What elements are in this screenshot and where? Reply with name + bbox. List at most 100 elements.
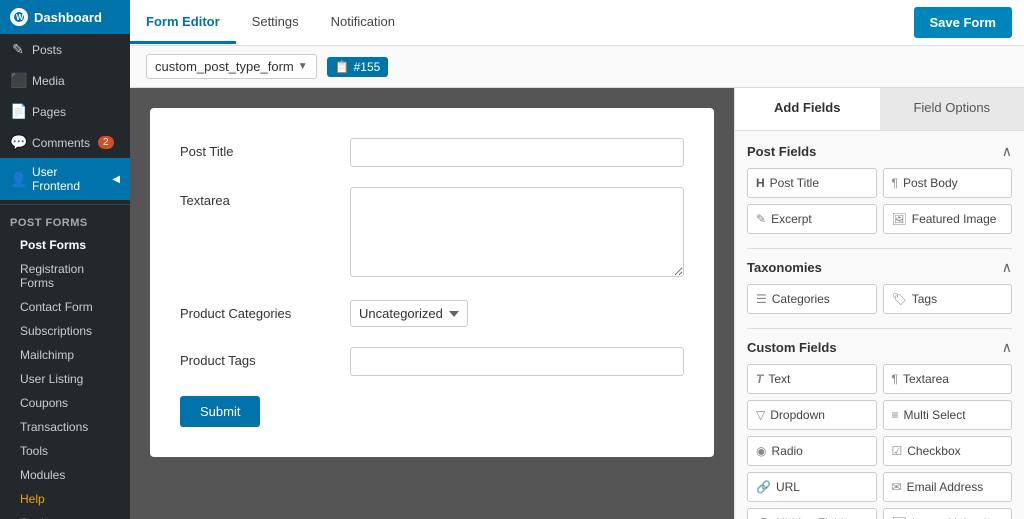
sidebar-item-pages[interactable]: 📄 Pages xyxy=(0,96,130,127)
textarea-label: Textarea xyxy=(180,187,330,208)
right-panel: Add Fields Field Options Post Fields ∧ H xyxy=(734,88,1024,519)
custom-textarea-field-icon: ¶ xyxy=(892,372,898,386)
divider-2 xyxy=(747,328,1012,329)
taxonomies-grid: ☰ Categories 🏷 Tags xyxy=(747,284,1012,314)
sidebar-item-media[interactable]: ⬛ Media xyxy=(0,65,130,96)
tags-field-btn[interactable]: 🏷 Tags xyxy=(883,284,1013,314)
categories-field-icon: ☰ xyxy=(756,292,767,306)
panel-tab-add-fields[interactable]: Add Fields xyxy=(735,88,880,130)
panel-tab-field-options[interactable]: Field Options xyxy=(880,88,1024,130)
sidebar-item-help[interactable]: Help xyxy=(0,487,130,511)
image-upload-field-btn[interactable]: 🖼 Image Upload xyxy=(883,508,1013,519)
radio-field-icon: ◉ xyxy=(756,444,766,458)
form-name-label: custom_post_type_form xyxy=(155,59,294,74)
custom-textarea-field-btn[interactable]: ¶ Textarea xyxy=(883,364,1013,394)
taxonomies-section: Taxonomies ∧ ☰ Categories 🏷 Tags xyxy=(747,259,1012,314)
featured-image-field-icon: 🖼 xyxy=(892,212,907,226)
sidebar-item-user-frontend[interactable]: 👤 User Frontend ◀ xyxy=(0,158,130,200)
sidebar-logo[interactable]: W Dashboard xyxy=(0,0,130,34)
tab-form-editor[interactable]: Form Editor xyxy=(130,2,236,44)
sidebar-item-transactions[interactable]: Transactions xyxy=(0,415,130,439)
post-title-input[interactable] xyxy=(350,138,684,167)
dropdown-field-icon: ▽ xyxy=(756,408,765,422)
post-body-field-btn[interactable]: ¶ Post Body xyxy=(883,168,1013,198)
featured-image-field-btn[interactable]: 🖼 Featured Image xyxy=(883,204,1013,234)
submit-button[interactable]: Submit xyxy=(180,396,260,427)
sidebar-item-modules[interactable]: Modules xyxy=(0,463,130,487)
content-area: Post Title Textarea Product Categories xyxy=(130,88,1024,519)
comments-badge: 2 xyxy=(98,136,114,149)
product-tags-input[interactable] xyxy=(350,347,684,376)
hidden-field-btn[interactable]: 👁 Hidden Field xyxy=(747,508,877,519)
sidebar-item-mailchimp[interactable]: Mailchimp xyxy=(0,343,130,367)
sidebar-item-subscriptions[interactable]: Subscriptions xyxy=(0,319,130,343)
svg-text:W: W xyxy=(16,13,24,22)
email-address-field-btn[interactable]: ✉ Email Address xyxy=(883,472,1013,502)
tab-settings[interactable]: Settings xyxy=(236,2,315,44)
sidebar-item-coupons[interactable]: Coupons xyxy=(0,391,130,415)
form-field-post-title: Post Title xyxy=(180,138,684,167)
post-fields-header: Post Fields ∧ xyxy=(747,143,1012,160)
custom-fields-toggle-icon[interactable]: ∧ xyxy=(1002,339,1012,356)
form-field-textarea: Textarea xyxy=(180,187,684,280)
save-form-button[interactable]: Save Form xyxy=(914,7,1012,38)
form-selector-dropdown[interactable]: custom_post_type_form ▼ xyxy=(146,54,317,79)
chevron-right-icon: ◀ xyxy=(112,174,120,185)
dropdown-field-btn[interactable]: ▽ Dropdown xyxy=(747,400,877,430)
custom-fields-header: Custom Fields ∧ xyxy=(747,339,1012,356)
post-fields-grid: H Post Title ¶ Post Body ✎ Excerpt 🖼 xyxy=(747,168,1012,234)
product-categories-control: Uncategorized xyxy=(350,300,684,327)
form-inner: Post Title Textarea Product Categories xyxy=(150,108,714,457)
excerpt-field-btn[interactable]: ✎ Excerpt xyxy=(747,204,877,234)
multi-select-field-btn[interactable]: ≡ Multi Select xyxy=(883,400,1013,430)
sidebar-logo-label: Dashboard xyxy=(34,10,102,25)
user-frontend-icon: 👤 xyxy=(10,171,26,188)
sidebar-item-contact-form[interactable]: Contact Form xyxy=(0,295,130,319)
pages-icon: 📄 xyxy=(10,103,26,120)
form-canvas: Post Title Textarea Product Categories xyxy=(130,88,734,519)
product-categories-label: Product Categories xyxy=(180,300,330,321)
dropdown-arrow-icon: ▼ xyxy=(298,61,308,72)
comments-icon: 💬 xyxy=(10,134,26,151)
tab-notification[interactable]: Notification xyxy=(315,2,411,44)
categories-field-btn[interactable]: ☰ Categories xyxy=(747,284,877,314)
posts-icon: ✎ xyxy=(10,41,26,58)
sidebar-item-tools[interactable]: Tools xyxy=(0,439,130,463)
post-fields-toggle-icon[interactable]: ∧ xyxy=(1002,143,1012,160)
excerpt-field-icon: ✎ xyxy=(756,212,766,226)
sidebar-item-posts[interactable]: ✎ Posts xyxy=(0,34,130,65)
custom-fields-section: Custom Fields ∧ T Text ¶ Textarea xyxy=(747,339,1012,519)
sidebar-item-settings[interactable]: Settings xyxy=(0,511,130,519)
taxonomies-title: Taxonomies xyxy=(747,260,822,275)
text-field-icon: T xyxy=(756,372,763,386)
panel-tabs: Add Fields Field Options xyxy=(735,88,1024,131)
form-name-row: custom_post_type_form ▼ 📋 #155 xyxy=(130,46,1024,88)
custom-fields-grid: T Text ¶ Textarea ▽ Dropdown ≡ xyxy=(747,364,1012,519)
radio-field-btn[interactable]: ◉ Radio xyxy=(747,436,877,466)
post-title-field-btn[interactable]: H Post Title xyxy=(747,168,877,198)
product-tags-label: Product Tags xyxy=(180,347,330,368)
main-content: Form Editor Settings Notification Save F… xyxy=(130,0,1024,519)
main-tabs: Form Editor Settings Notification xyxy=(130,2,914,44)
text-field-btn[interactable]: T Text xyxy=(747,364,877,394)
submit-row: Submit xyxy=(180,396,684,427)
textarea-input[interactable] xyxy=(350,187,684,277)
checkbox-field-btn[interactable]: ☑ Checkbox xyxy=(883,436,1013,466)
form-id-badge: 📋 #155 xyxy=(327,57,389,77)
post-body-field-icon: ¶ xyxy=(892,176,898,190)
post-fields-section: Post Fields ∧ H Post Title ¶ Post Body xyxy=(747,143,1012,234)
post-title-label: Post Title xyxy=(180,138,330,159)
sidebar-item-comments[interactable]: 💬 Comments 2 xyxy=(0,127,130,158)
url-field-btn[interactable]: 🔗 URL xyxy=(747,472,877,502)
form-id-icon: 📋 xyxy=(335,60,350,74)
wp-icon: W xyxy=(10,8,28,26)
taxonomies-header: Taxonomies ∧ xyxy=(747,259,1012,276)
product-categories-select[interactable]: Uncategorized xyxy=(350,300,468,327)
form-field-product-tags: Product Tags xyxy=(180,347,684,376)
sidebar-item-registration-forms[interactable]: Registration Forms xyxy=(0,257,130,295)
email-address-field-icon: ✉ xyxy=(892,480,902,494)
sidebar-item-post-forms[interactable]: Post Forms xyxy=(0,233,130,257)
post-fields-title: Post Fields xyxy=(747,144,816,159)
sidebar-item-user-listing[interactable]: User Listing xyxy=(0,367,130,391)
taxonomies-toggle-icon[interactable]: ∧ xyxy=(1002,259,1012,276)
